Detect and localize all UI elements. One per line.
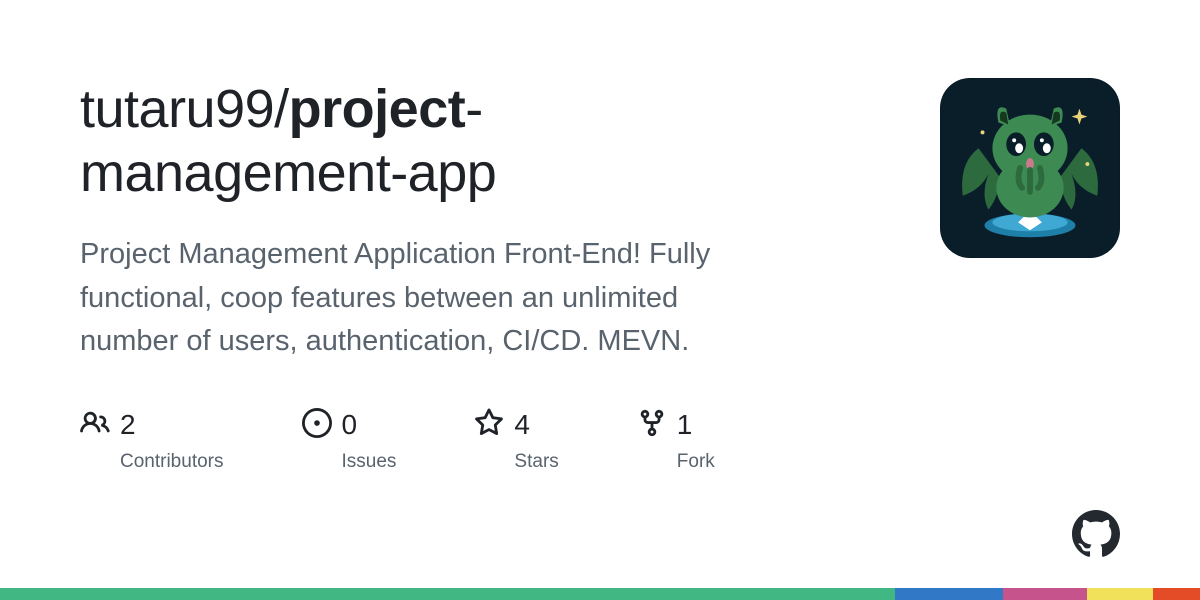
issues-icon	[302, 408, 332, 443]
contributors-icon	[80, 408, 110, 443]
star-icon	[474, 408, 504, 443]
stat-stars[interactable]: 4 Stars	[474, 408, 558, 473]
fork-icon	[637, 408, 667, 443]
stars-label: Stars	[514, 451, 558, 473]
contributors-count: 2	[120, 411, 136, 439]
lang-javascript	[1087, 588, 1153, 600]
forks-label: Fork	[677, 451, 715, 473]
stat-issues[interactable]: 0 Issues	[302, 408, 397, 473]
lang-typescript	[895, 588, 1003, 600]
repo-stats: 2 Contributors 0 Issues 4	[80, 408, 780, 473]
repo-title[interactable]: tutaru99/project-management-app	[80, 78, 780, 205]
lang-scss	[1003, 588, 1087, 600]
stat-forks[interactable]: 1 Fork	[637, 408, 715, 473]
owner-avatar[interactable]	[940, 78, 1120, 258]
issues-count: 0	[342, 411, 358, 439]
stars-count: 4	[514, 411, 530, 439]
stat-contributors[interactable]: 2 Contributors	[80, 408, 224, 473]
issues-label: Issues	[342, 451, 397, 473]
lang-vue	[0, 588, 895, 600]
forks-count: 1	[677, 411, 693, 439]
github-logo-icon[interactable]	[1072, 510, 1120, 558]
repo-owner[interactable]: tutaru99	[80, 79, 274, 139]
contributors-label: Contributors	[120, 451, 224, 473]
lang-html	[1153, 588, 1200, 600]
language-bar	[0, 588, 1200, 600]
repo-slash: /	[274, 79, 289, 139]
repo-description: Project Management Application Front-End…	[80, 233, 770, 364]
